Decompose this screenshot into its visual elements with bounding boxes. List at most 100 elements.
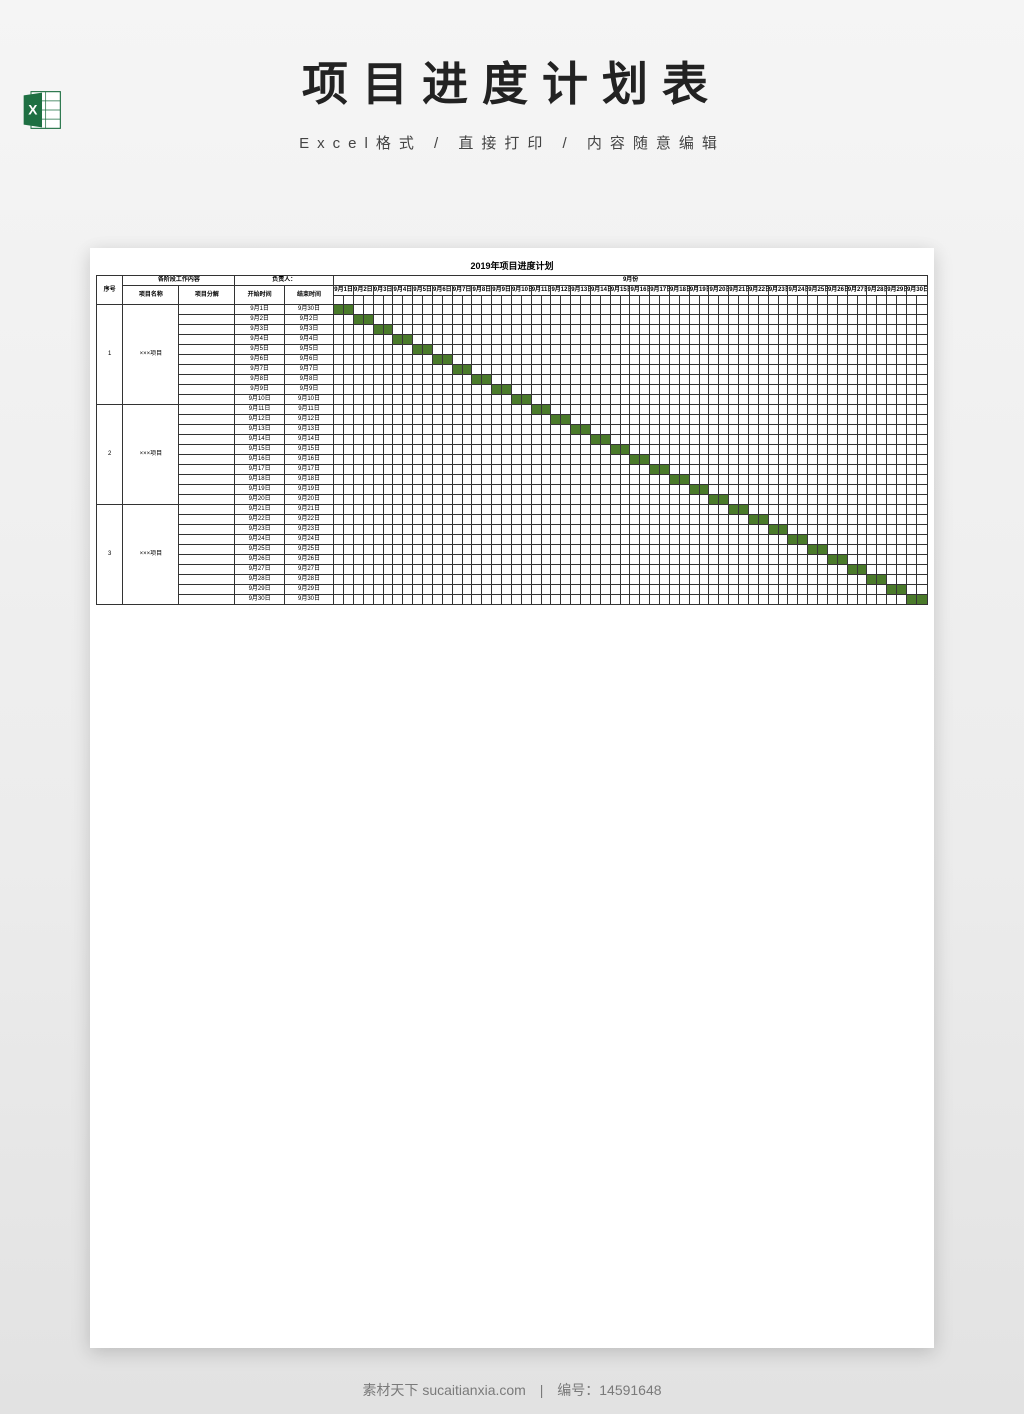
cell-day	[442, 405, 452, 415]
hdr-start: 开始时间	[235, 286, 284, 305]
cell-day	[561, 505, 571, 515]
cell-day	[650, 335, 660, 345]
cell-day	[906, 385, 916, 395]
cell-day	[541, 455, 551, 465]
cell-break	[179, 495, 235, 505]
cell-day	[699, 565, 709, 575]
cell-start: 9月16日	[235, 455, 284, 465]
cell-day	[699, 495, 709, 505]
cell-day	[581, 475, 591, 485]
cell-day	[768, 535, 778, 545]
cell-day	[432, 575, 442, 585]
cell-day	[353, 435, 363, 445]
cell-day	[521, 575, 531, 585]
cell-day	[610, 515, 620, 525]
cell-day	[887, 365, 897, 375]
cell-day	[502, 495, 512, 505]
cell-day	[778, 545, 788, 555]
cell-day	[620, 435, 630, 445]
cell-day	[739, 335, 749, 345]
cell-day	[452, 485, 462, 495]
cell-day	[650, 525, 660, 535]
cell-day	[590, 515, 600, 525]
cell-day	[511, 385, 521, 395]
cell-day	[620, 565, 630, 575]
cell-day	[768, 455, 778, 465]
cell-day	[808, 425, 818, 435]
cell-end: 9月13日	[284, 425, 333, 435]
cell-day	[403, 375, 413, 385]
cell-day	[640, 365, 650, 375]
cell-day	[590, 415, 600, 425]
cell-start: 9月18日	[235, 475, 284, 485]
table-row: 9月30日9月30日	[97, 595, 928, 605]
cell-day	[403, 385, 413, 395]
cell-day	[334, 585, 344, 595]
cell-day	[778, 495, 788, 505]
cell-day	[373, 565, 383, 575]
cell-day	[600, 495, 610, 505]
cell-day	[561, 315, 571, 325]
cell-day	[699, 485, 709, 495]
cell-day	[630, 355, 640, 365]
cell-day	[600, 405, 610, 415]
cell-day	[768, 525, 778, 535]
cell-day	[600, 395, 610, 405]
cell-day	[739, 505, 749, 515]
cell-day	[748, 545, 758, 555]
hdr-subday	[620, 296, 630, 305]
cell-day	[739, 595, 749, 605]
cell-day	[897, 365, 907, 375]
cell-day	[798, 445, 808, 455]
cell-day	[403, 305, 413, 315]
cell-day	[541, 465, 551, 475]
cell-day	[857, 335, 867, 345]
cell-day	[571, 395, 581, 405]
cell-day	[768, 555, 778, 565]
cell-day	[590, 475, 600, 485]
cell-day	[640, 585, 650, 595]
cell-day	[432, 445, 442, 455]
cell-day	[571, 465, 581, 475]
cell-end: 9月14日	[284, 435, 333, 445]
cell-day	[916, 395, 927, 405]
cell-day	[748, 355, 758, 365]
cell-day	[383, 415, 393, 425]
cell-day	[689, 405, 699, 415]
cell-day	[808, 485, 818, 495]
cell-day	[620, 495, 630, 505]
cell-day	[689, 505, 699, 515]
cell-day	[877, 325, 887, 335]
cell-day	[334, 345, 344, 355]
cell-day	[808, 435, 818, 445]
cell-day	[561, 475, 571, 485]
cell-day	[492, 345, 502, 355]
cell-day	[867, 435, 877, 445]
cell-day	[748, 305, 758, 315]
cell-day	[334, 395, 344, 405]
cell-day	[620, 395, 630, 405]
cell-day	[669, 305, 679, 315]
cell-day	[660, 355, 670, 365]
cell-day	[521, 495, 531, 505]
cell-day	[541, 335, 551, 345]
cell-day	[423, 385, 433, 395]
cell-end: 9月22日	[284, 515, 333, 525]
cell-start: 9月19日	[235, 485, 284, 495]
cell-day	[887, 375, 897, 385]
cell-day	[640, 445, 650, 455]
cell-day	[423, 495, 433, 505]
cell-day	[689, 355, 699, 365]
cell-day	[887, 475, 897, 485]
cell-day	[561, 305, 571, 315]
cell-day	[906, 535, 916, 545]
cell-day	[353, 385, 363, 395]
cell-day	[778, 315, 788, 325]
cell-day	[739, 535, 749, 545]
cell-day	[373, 435, 383, 445]
cell-day	[818, 545, 828, 555]
cell-day	[877, 505, 887, 515]
cell-day	[581, 335, 591, 345]
cell-day	[413, 495, 423, 505]
cell-day	[818, 505, 828, 515]
